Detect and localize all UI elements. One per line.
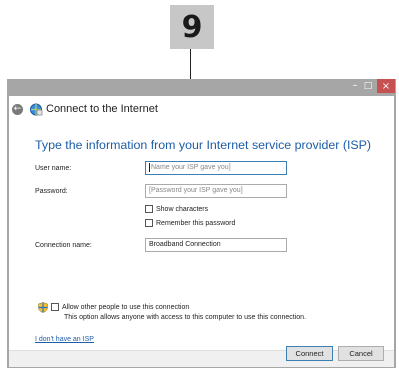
connection-name-input[interactable]: Broadband Connection [145,238,287,252]
show-characters-checkbox[interactable] [145,205,153,213]
password-placeholder: [Password your ISP gave you] [149,187,243,194]
nav-row: ← Connect to the Internet [9,96,394,122]
window-content: ← Connect to the Internet Type the infor… [9,96,394,367]
connection-name-label: Connection name: [35,242,92,249]
title-bar[interactable]: – □ × [7,79,396,96]
back-button[interactable]: ← [12,104,23,115]
cancel-button[interactable]: Cancel [338,346,384,361]
remember-password-label: Remember this password [156,219,236,227]
button-bar [9,350,394,367]
username-input[interactable]: Name your ISP gave you] [145,161,287,175]
maximize-button[interactable]: □ [361,79,375,93]
callout-number: 9 [170,5,214,49]
allow-others-option[interactable]: Allow other people to use this connectio… [51,303,189,311]
connect-button[interactable]: Connect [286,346,333,361]
shield-icon [38,302,48,313]
back-arrow-icon: ← [13,104,22,114]
close-icon: × [381,80,391,92]
minimize-icon: – [352,80,358,91]
password-label: Password: [35,188,68,195]
show-characters-label: Show characters [156,205,209,213]
allow-others-checkbox[interactable] [51,303,59,311]
close-button[interactable]: × [377,79,395,93]
callout-label: 9 [181,9,203,45]
remember-password-option[interactable]: Remember this password [145,219,235,227]
no-isp-link[interactable]: I don't have an ISP [35,336,94,343]
allow-others-label: Allow other people to use this connectio… [62,303,190,311]
page-heading: Type the information from your Internet … [35,138,372,152]
connect-window: – □ × ← Connect to the Internet Type the… [7,79,396,368]
text-caret [149,162,150,172]
allow-others-description: This option allows anyone with access to… [64,314,307,321]
connection-name-value: Broadband Connection [149,241,221,248]
password-input[interactable]: [Password your ISP gave you] [145,184,287,198]
remember-password-checkbox[interactable] [145,219,153,227]
username-placeholder: Name your ISP gave you] [151,164,231,171]
network-globe-icon [30,103,43,116]
show-characters-option[interactable]: Show characters [145,205,208,213]
nav-title: Connect to the Internet [46,103,158,115]
maximize-icon: □ [363,81,373,91]
minimize-button[interactable]: – [348,79,362,93]
username-label: User name: [35,165,72,172]
